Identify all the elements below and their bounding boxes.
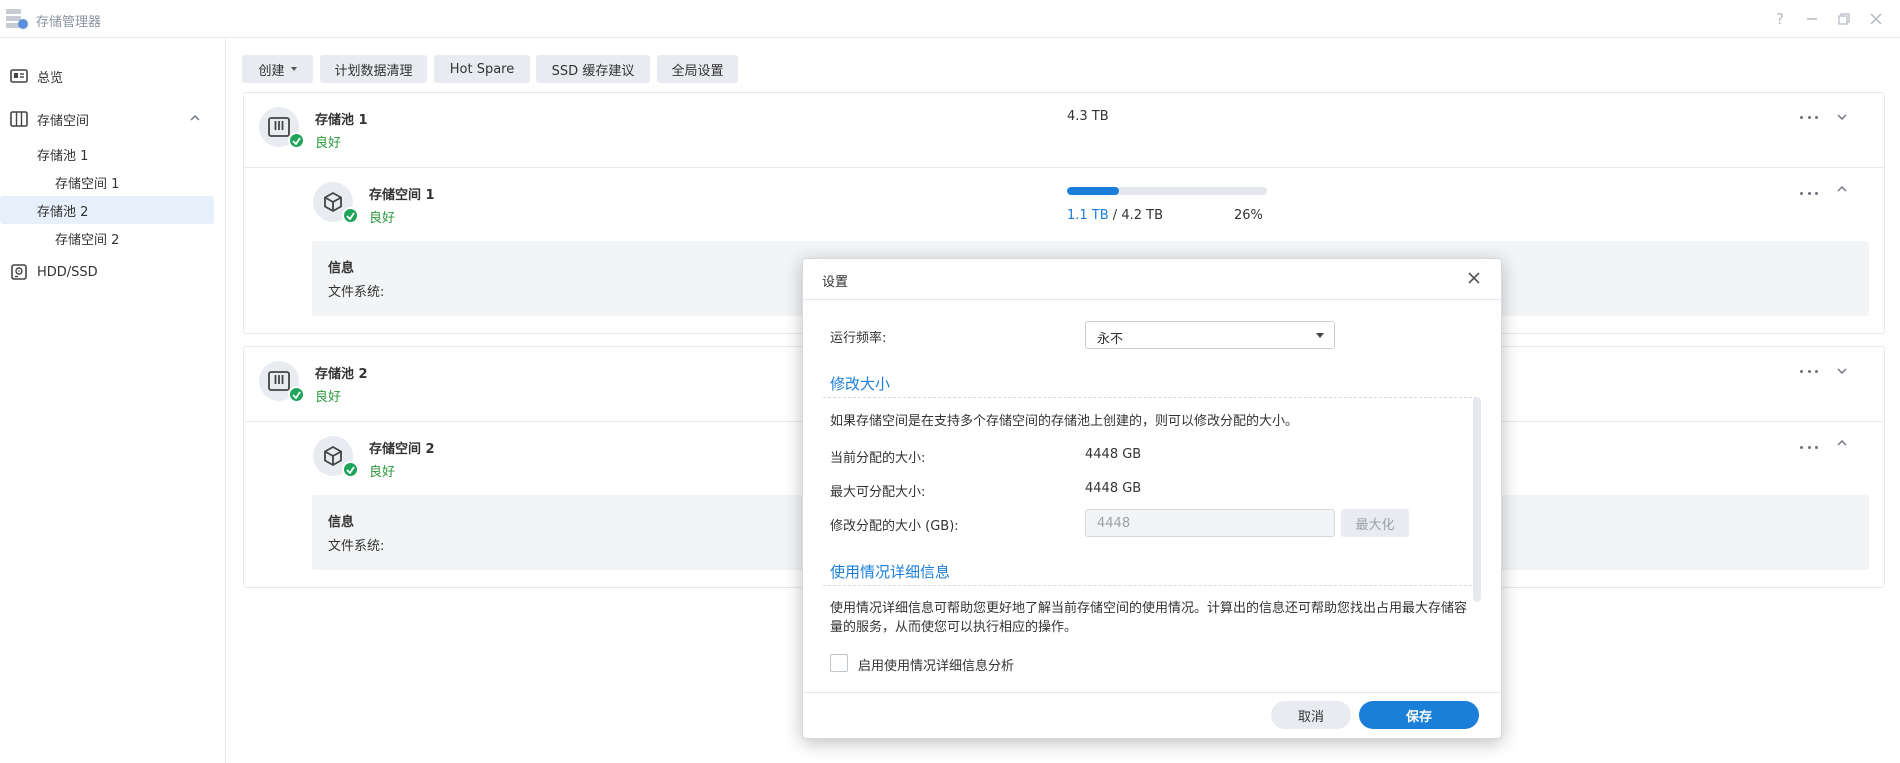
pool-size: 4.3 TB [1067,109,1109,124]
frequency-label: 运行频率: [830,331,887,346]
used-capacity: 1.1 TB [1067,208,1109,223]
frequency-value: 永不 [1097,332,1124,347]
create-button-label: 创建 [258,63,285,79]
usage-analysis-label[interactable]: 启用使用情况详细信息分析 [858,655,1014,674]
create-button[interactable]: 创建 [242,55,313,83]
resize-description: 如果存储空间是在支持多个存储空间的存储池上创建的，则可以修改分配的大小。 [830,414,1299,429]
check-icon [288,132,305,149]
sidebar-item-label: 存储空间 1 [55,176,120,192]
caret-down-icon [1316,333,1324,338]
frequency-select[interactable]: 永不 [1085,321,1335,349]
ssd-cache-advisor-button[interactable]: SSD 缓存建议 [536,55,650,83]
modify-size-field[interactable] [1085,509,1335,537]
pool-status: 良好 [315,390,342,405]
check-icon [288,386,305,403]
restore-icon[interactable] [1833,8,1855,30]
current-size-label: 当前分配的大小: [830,451,926,466]
save-button[interactable]: 保存 [1359,701,1479,729]
more-icon[interactable] [1800,114,1818,120]
volume-status: 良好 [369,465,396,480]
divider [803,299,1501,300]
disk-icon [10,264,28,280]
sidebar-item-label: 存储池 1 [37,148,89,164]
usage-description: 使用情况详细信息可帮助您更好地了解当前存储空间的使用情况。计算出的信息还可帮助您… [830,601,1468,635]
more-icon[interactable] [1800,190,1818,196]
volume-name: 存储空间 1 [369,188,435,203]
sidebar-item-label: HDD/SSD [37,264,98,280]
caret-down-icon [290,67,297,71]
pool-status: 良好 [315,136,342,151]
usage-analysis-checkbox[interactable] [830,654,848,672]
usage-separator: / [1108,208,1122,223]
cancel-button[interactable]: 取消 [1271,701,1351,729]
divider [803,692,1501,693]
check-icon [342,207,359,224]
window-title: 存储管理器 [36,15,102,30]
pool-name: 存储池 1 [315,113,368,128]
title-bar: 存储管理器 ? [0,0,1900,38]
dialog-scrollbar[interactable] [1473,397,1481,602]
scrub-schedule-button[interactable]: 计划数据清理 [320,55,427,83]
check-icon [342,461,359,478]
chevron-up-icon[interactable] [1835,436,1849,450]
usage-percent: 26% [1234,208,1263,223]
modify-size-input[interactable] [1086,510,1334,536]
more-icon[interactable] [1800,444,1818,450]
current-size-value: 4448 GB [1085,447,1142,462]
total-capacity: 4.2 TB [1121,208,1163,223]
sidebar-item-label: 存储空间 2 [55,232,120,248]
sidebar-item-volume-1[interactable]: 存储空间 1 [0,168,214,196]
volume-icon [313,182,359,224]
close-icon[interactable] [1465,269,1483,287]
file-system-label: 文件系统: [328,539,385,554]
sidebar-item-label: 存储空间 [37,113,90,129]
sidebar-item-hdd-ssd[interactable]: HDD/SSD [0,258,214,286]
storage-pool-icon [259,361,305,403]
usage-progress-bar [1067,187,1267,195]
resize-section-title: 修改大小 [830,375,891,393]
sidebar-item-label: 总览 [37,70,64,86]
info-title: 信息 [328,261,355,276]
max-size-label: 最大可分配大小: [830,485,926,500]
divider [244,167,1884,168]
minimize-icon[interactable] [1801,8,1823,30]
more-icon[interactable] [1800,368,1818,374]
chevron-down-icon[interactable] [1835,110,1849,124]
max-size-value: 4448 GB [1085,481,1142,496]
sidebar-item-label: 存储池 2 [37,204,89,220]
section-divider [823,397,1477,398]
sidebar-item-pool-2[interactable]: 存储池 2 [0,196,214,224]
modify-size-label: 修改分配的大小 (GB): [830,519,959,534]
section-divider [823,585,1477,586]
chevron-up-icon[interactable] [188,111,202,125]
help-icon[interactable]: ? [1769,8,1791,30]
volume-icon [313,436,359,478]
maximize-button[interactable]: 最大化 [1341,509,1409,537]
sidebar-item-storage[interactable]: 存储空间 [0,105,214,133]
sidebar-item-pool-1[interactable]: 存储池 1 [0,140,214,168]
sidebar-item-overview[interactable]: 总览 [0,62,214,90]
info-title: 信息 [328,515,355,530]
chevron-up-icon[interactable] [1835,182,1849,196]
overview-icon [10,68,28,84]
global-settings-button[interactable]: 全局设置 [657,55,738,83]
volume-usage: 1.1 TB / 4.2 TB [1067,208,1163,223]
storage-pool-icon [259,107,305,149]
storage-icon [10,111,28,127]
sidebar: 总览 存储空间 存储池 1 存储空间 1 存储池 2 存储空间 2 HDD/SS… [0,38,226,763]
usage-section-title: 使用情况详细信息 [830,563,951,581]
hot-spare-button[interactable]: Hot Spare [434,55,530,83]
settings-dialog: 设置 运行频率: 永不 修改大小 如果存储空间是在支持多个存储空间的存储池上创建… [802,258,1502,739]
close-icon[interactable] [1865,8,1887,30]
file-system-label: 文件系统: [328,285,385,300]
chevron-down-icon[interactable] [1835,364,1849,378]
storage-manager-icon [4,7,30,31]
volume-name: 存储空间 2 [369,442,435,457]
pool-name: 存储池 2 [315,367,368,382]
sidebar-item-volume-2[interactable]: 存储空间 2 [0,224,214,252]
dialog-title: 设置 [822,275,849,290]
volume-status: 良好 [369,211,396,226]
usage-progress-fill [1067,187,1119,195]
